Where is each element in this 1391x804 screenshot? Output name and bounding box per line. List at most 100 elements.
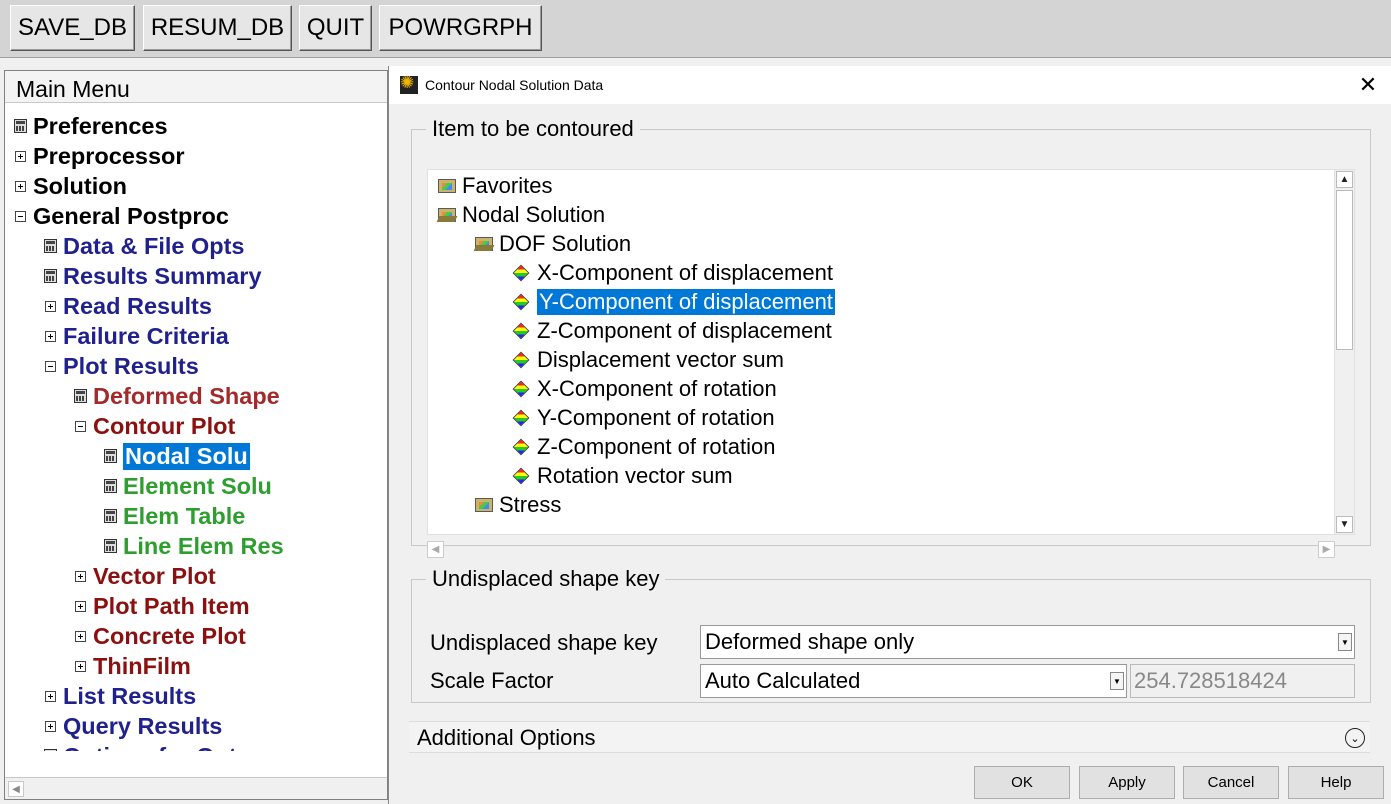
expand-plus-icon[interactable] xyxy=(43,719,57,733)
expand-plus-icon[interactable] xyxy=(13,149,27,163)
menu-item[interactable]: Line Elem Res xyxy=(103,531,284,561)
menu-item[interactable]: Elem Table xyxy=(103,501,245,531)
menu-item[interactable]: Preferences xyxy=(13,111,168,141)
tree-item[interactable]: Rotation vector sum xyxy=(512,462,733,490)
tree-vertical-scrollbar[interactable]: ▲ ▼ xyxy=(1334,170,1354,534)
tree-item[interactable]: Favorites xyxy=(438,172,552,200)
main-menu-tree: Preferences Preprocessor Solution General P… xyxy=(5,111,387,751)
menu-item[interactable]: Concrete Plot xyxy=(73,621,246,651)
menu-item[interactable]: ThinFilm xyxy=(73,651,191,681)
undisplaced-group-legend: Undisplaced shape key xyxy=(432,566,660,591)
folder-icon xyxy=(438,179,456,193)
tree-item[interactable]: DOF Solution xyxy=(475,230,631,258)
menu-item[interactable]: Vector Plot xyxy=(73,561,216,591)
tree-item[interactable]: X-Component of displacement xyxy=(512,259,833,287)
expand-plus-icon[interactable] xyxy=(73,599,87,613)
calculator-icon[interactable] xyxy=(13,119,27,133)
additional-options-label: Additional Options xyxy=(417,725,596,750)
menu-item[interactable]: Nodal Solu xyxy=(103,441,250,471)
collapse-minus-icon[interactable] xyxy=(13,209,27,223)
calculator-icon[interactable] xyxy=(73,389,87,403)
tree-item[interactable]: Stress xyxy=(475,491,561,519)
powrgrph-button[interactable]: POWRGRPH xyxy=(379,5,542,51)
scroll-left-icon[interactable]: ◀ xyxy=(8,781,24,797)
ok-button[interactable]: OK xyxy=(974,766,1070,799)
calculator-icon[interactable] xyxy=(103,479,117,493)
tree-item-label: X-Component of displacement xyxy=(537,260,833,285)
menu-item[interactable]: Preprocessor xyxy=(13,141,185,171)
menu-item-label: Line Elem Res xyxy=(123,532,284,559)
expand-plus-icon[interactable] xyxy=(73,569,87,583)
collapse-minus-icon[interactable] xyxy=(43,359,57,373)
additional-options-bar[interactable]: Additional Options ⌄ xyxy=(409,721,1370,753)
tree-item[interactable]: Nodal Solution xyxy=(438,201,605,229)
close-icon[interactable]: ✕ xyxy=(1355,72,1381,98)
collapse-minus-icon[interactable] xyxy=(73,419,87,433)
menu-item[interactable]: Plot Results xyxy=(43,351,199,381)
calculator-icon[interactable] xyxy=(43,269,57,283)
menu-item[interactable]: Query Results xyxy=(43,711,222,741)
menu-item[interactable]: Plot Path Item xyxy=(73,591,250,621)
expand-plus-icon[interactable] xyxy=(13,179,27,193)
scale-factor-select[interactable]: Auto Calculated ▼ xyxy=(700,664,1127,698)
menu-item[interactable]: Failure Criteria xyxy=(43,321,229,351)
resume-db-button[interactable]: RESUM_DB xyxy=(143,5,292,51)
calculator-icon[interactable] xyxy=(103,539,117,553)
folder-open-icon xyxy=(475,237,493,251)
calculator-icon[interactable] xyxy=(103,449,117,463)
cancel-button[interactable]: Cancel xyxy=(1183,766,1279,799)
scroll-left-icon[interactable]: ◀ xyxy=(427,541,444,558)
cube-icon xyxy=(512,468,528,484)
expand-plus-icon[interactable] xyxy=(73,659,87,673)
main-menu-horizontal-scrollbar[interactable]: ◀ xyxy=(5,777,387,799)
tree-horizontal-scrollbar[interactable]: ◀ ▶ xyxy=(427,538,1355,560)
menu-item[interactable]: List Results xyxy=(43,681,196,711)
menu-item[interactable]: Deformed Shape xyxy=(73,381,280,411)
scale-factor-value: Auto Calculated xyxy=(705,668,861,693)
quit-button[interactable]: QUIT xyxy=(299,5,372,51)
calculator-icon[interactable] xyxy=(43,749,57,751)
menu-item[interactable]: Results Summary xyxy=(43,261,262,291)
tree-item[interactable]: Displacement vector sum xyxy=(512,346,784,374)
menu-item-label: ThinFilm xyxy=(93,652,191,679)
tree-item[interactable]: Y-Component of displacement xyxy=(512,288,835,316)
shape-key-select[interactable]: Deformed shape only ▼ xyxy=(700,625,1355,659)
menu-item[interactable]: Options for Outp xyxy=(43,741,251,751)
tree-item[interactable]: Y-Component of rotation xyxy=(512,404,775,432)
expand-plus-icon[interactable] xyxy=(43,689,57,703)
scrollbar-thumb[interactable] xyxy=(1336,190,1353,350)
menu-item[interactable]: General Postproc xyxy=(13,201,229,231)
calculator-icon[interactable] xyxy=(103,509,117,523)
chevron-down-icon[interactable]: ▼ xyxy=(1110,672,1124,690)
menu-item-label: Vector Plot xyxy=(93,562,216,589)
save-db-button[interactable]: SAVE_DB xyxy=(10,5,135,51)
menu-item[interactable]: Read Results xyxy=(43,291,212,321)
expand-plus-icon[interactable] xyxy=(43,329,57,343)
menu-item[interactable]: Contour Plot xyxy=(73,411,235,441)
calculator-icon[interactable] xyxy=(43,239,57,253)
expand-double-chevron-icon[interactable]: ⌄ xyxy=(1345,728,1365,748)
item-tree[interactable]: Favorites Nodal Solution DOF Solution X-Com… xyxy=(427,169,1355,535)
menu-item-label: Concrete Plot xyxy=(93,622,246,649)
expand-plus-icon[interactable] xyxy=(43,299,57,313)
tree-item[interactable]: Z-Component of displacement xyxy=(512,317,832,345)
menu-item[interactable]: Data & File Opts xyxy=(43,231,245,261)
apply-button[interactable]: Apply xyxy=(1079,766,1175,799)
tree-item-label: Y-Component of displacement xyxy=(537,289,835,315)
menu-item[interactable]: Solution xyxy=(13,171,127,201)
menu-item-label: Solution xyxy=(33,172,127,199)
tree-item[interactable]: Z-Component of rotation xyxy=(512,433,775,461)
expand-plus-icon[interactable] xyxy=(73,629,87,643)
chevron-down-icon[interactable]: ▼ xyxy=(1338,633,1352,651)
cube-icon xyxy=(512,294,528,310)
scroll-down-icon[interactable]: ▼ xyxy=(1336,516,1353,533)
tree-item-label: Y-Component of rotation xyxy=(537,405,775,430)
undisplaced-shape-key-group: Undisplaced shape key Undisplaced shape … xyxy=(411,566,1371,703)
tree-item[interactable]: X-Component of rotation xyxy=(512,375,777,403)
scroll-up-icon[interactable]: ▲ xyxy=(1336,171,1353,188)
menu-item-label: Data & File Opts xyxy=(63,232,245,259)
help-button[interactable]: Help xyxy=(1288,766,1384,799)
menu-item[interactable]: Element Solu xyxy=(103,471,272,501)
scroll-right-icon[interactable]: ▶ xyxy=(1318,541,1335,558)
dialog-titlebar[interactable]: Contour Nodal Solution Data ✕ xyxy=(389,66,1391,104)
